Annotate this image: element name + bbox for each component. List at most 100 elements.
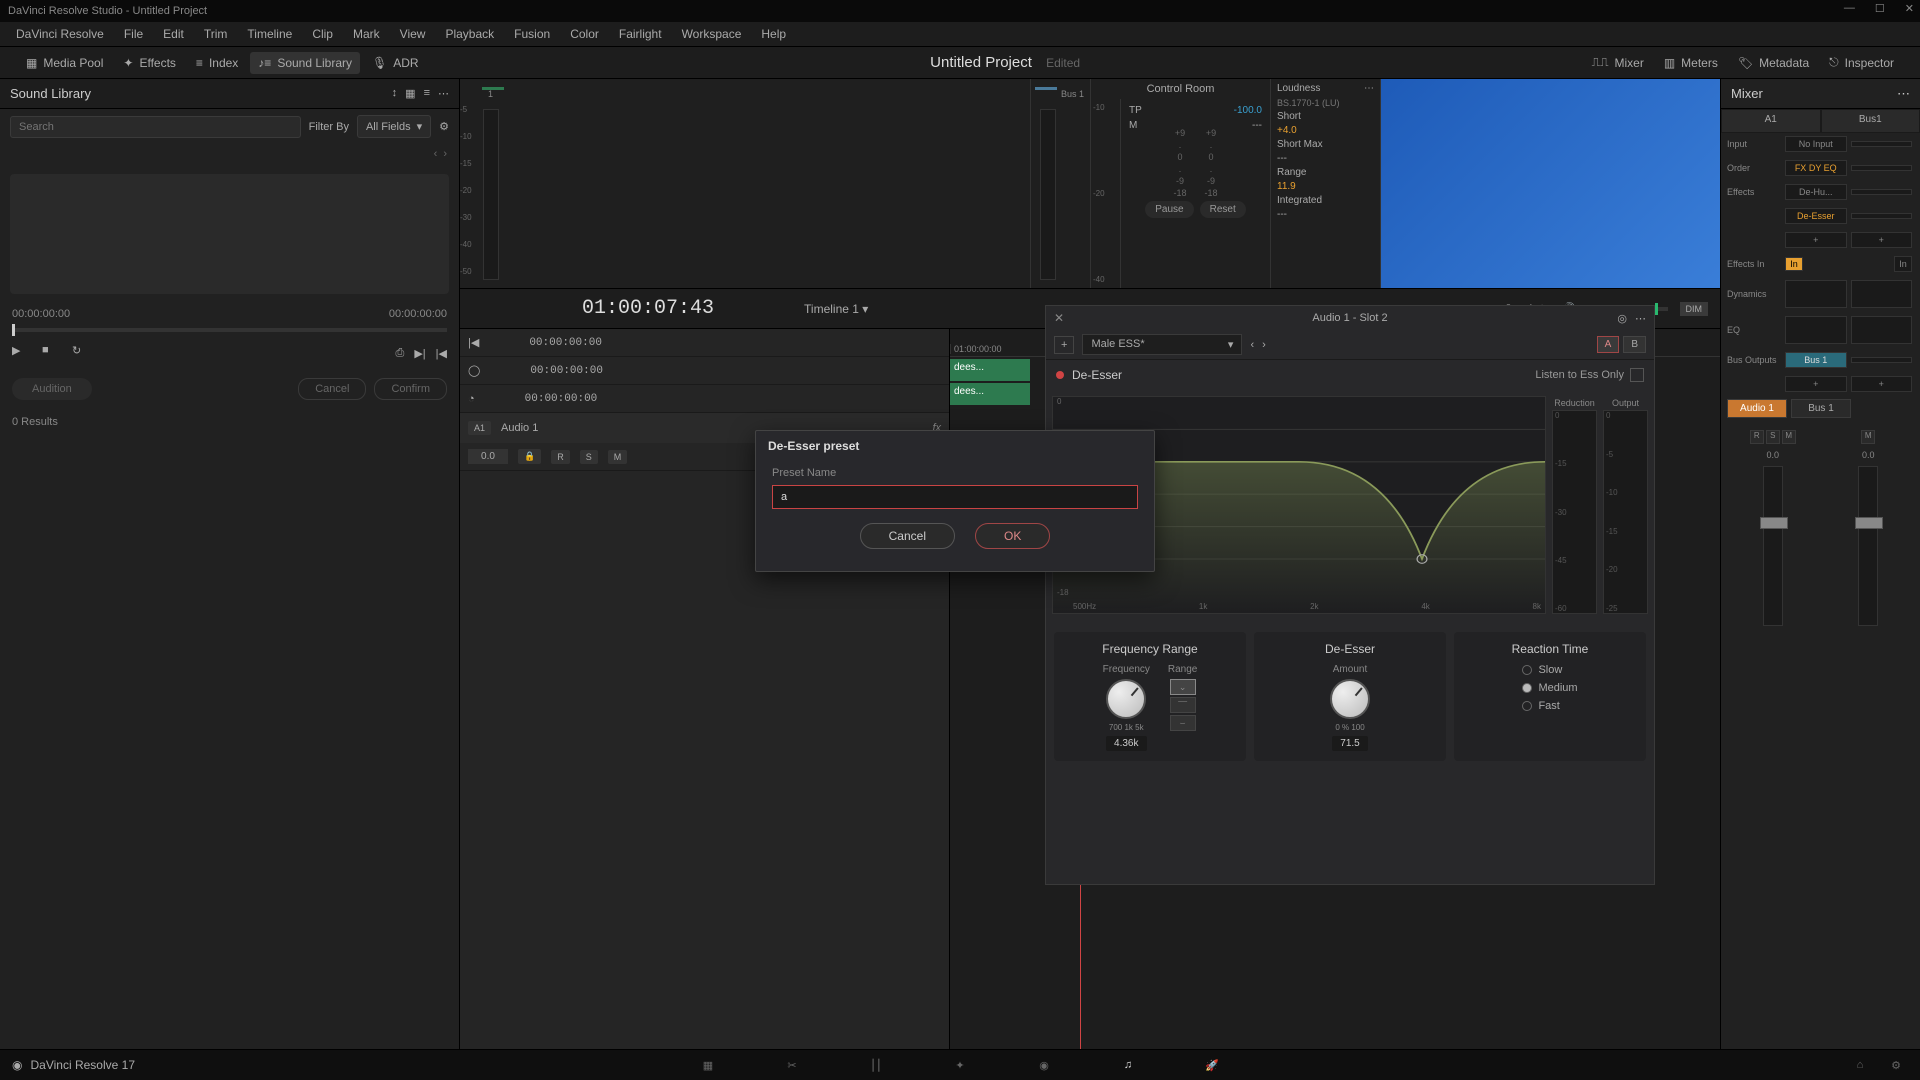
fairlight-page-icon[interactable]: ♫ [1116,1053,1140,1077]
fader-r[interactable]: R [1750,430,1764,444]
frequency-knob[interactable] [1106,679,1146,719]
menu-timeline[interactable]: Timeline [239,24,300,44]
input-slot[interactable]: No Input [1785,136,1847,152]
track-id[interactable]: A1 [468,421,491,435]
filter-settings-icon[interactable]: ⚙ [439,120,449,133]
reaction-fast[interactable]: Fast [1522,700,1577,712]
strip-name-a1[interactable]: Audio 1 [1727,399,1787,418]
solo-button[interactable]: S [580,450,598,464]
menu-view[interactable]: View [392,24,434,44]
add-preset-icon[interactable]: + [1054,336,1074,354]
fusion-page-icon[interactable]: ✦ [948,1053,972,1077]
tc-rec-icon[interactable]: ◯ [468,364,480,377]
fader-m[interactable]: M [1782,430,1796,444]
sl-confirm-button[interactable]: Confirm [374,378,447,400]
menu-davinci[interactable]: DaVinci Resolve [8,24,112,44]
strip-name-bus1[interactable]: Bus 1 [1791,399,1851,418]
eq-bus1[interactable] [1851,316,1913,344]
compare-a-button[interactable]: A [1597,336,1620,353]
meters-button[interactable]: ▥ Meters [1656,52,1726,74]
range-shape-notch[interactable]: ⌄ [1170,679,1196,695]
ok-button[interactable]: OK [975,523,1050,549]
menu-file[interactable]: File [116,24,151,44]
loop-button[interactable]: ↻ [72,344,90,362]
range-shape-shelf[interactable]: ⎺ [1170,697,1196,713]
deliver-page-icon[interactable]: 🚀 [1200,1053,1224,1077]
dynamics-bus1[interactable] [1851,280,1913,308]
effects-button[interactable]: ✦ Effects [115,52,184,74]
menu-fairlight[interactable]: Fairlight [611,24,670,44]
audio-clip-1[interactable]: dees... [950,359,1030,381]
menu-help[interactable]: Help [753,24,794,44]
adr-button[interactable]: 🎙 ADR [364,52,427,74]
skip-back-icon[interactable]: |◀ [436,347,447,360]
play-button[interactable]: ▶ [12,344,30,362]
cancel-button[interactable]: Cancel [860,523,955,549]
more-icon[interactable]: ⋯ [438,87,449,100]
edit-page-icon[interactable]: ⎮⎮ [864,1053,888,1077]
sl-cancel-button[interactable]: Cancel [298,378,366,400]
menu-edit[interactable]: Edit [155,24,192,44]
audition-button[interactable]: Audition [12,378,92,400]
menu-clip[interactable]: Clip [304,24,341,44]
bus-out-a1[interactable]: Bus 1 [1785,352,1847,368]
order-slot[interactable]: FX DY EQ [1785,160,1847,176]
media-pool-button[interactable]: ▦ Media Pool [18,52,111,74]
mixer-button[interactable]: ⎍⎍ Mixer [1584,51,1652,74]
fader-s[interactable]: S [1766,430,1780,444]
listen-checkbox[interactable] [1630,368,1644,382]
mute-button[interactable]: M [608,450,628,464]
sound-library-button[interactable]: ♪≡ Sound Library [250,52,360,74]
fader-m-bus[interactable]: M [1861,430,1875,444]
pause-button[interactable]: Pause [1145,201,1193,218]
range-shape-wide[interactable]: ⌣ [1170,715,1196,731]
stop-button[interactable]: ■ [42,344,60,362]
color-page-icon[interactable]: ◉ [1032,1053,1056,1077]
effects-in-bus1[interactable]: In [1894,256,1912,272]
next-icon[interactable]: › [443,148,447,160]
loudness-menu-icon[interactable]: ⋯ [1364,83,1374,94]
tc-prev-icon[interactable]: |◀ [468,336,479,349]
media-page-icon[interactable]: ▦ [696,1053,720,1077]
menu-fusion[interactable]: Fusion [506,24,558,44]
frequency-value[interactable]: 4.36k [1106,736,1146,751]
plugin-close-icon[interactable]: ✕ [1054,311,1064,325]
effect-2[interactable]: De-Esser [1785,208,1847,224]
prev-icon[interactable]: ‹ [434,148,438,160]
home-icon[interactable]: ⌂ [1848,1053,1872,1077]
plugin-menu-icon[interactable]: ⋯ [1635,312,1646,325]
mark-in-icon[interactable]: ⎙ [396,347,405,360]
tc-play-icon[interactable]: ◔ [468,393,475,405]
amount-knob[interactable] [1330,679,1370,719]
amount-value[interactable]: 71.5 [1332,736,1367,751]
plugin-enable-dot[interactable] [1056,371,1064,379]
skip-fwd-icon[interactable]: ▶| [414,347,425,360]
eq-a1[interactable] [1785,316,1847,344]
scrubber[interactable] [12,328,447,332]
reaction-slow[interactable]: Slow [1522,664,1577,676]
reset-button[interactable]: Reset [1200,201,1246,218]
record-arm-button[interactable]: R [551,450,570,464]
preset-dropdown[interactable]: Male ESS*▾ [1082,334,1242,355]
minimize-icon[interactable]: — [1844,2,1855,15]
menu-color[interactable]: Color [562,24,607,44]
search-input[interactable] [10,116,301,138]
audio-clip-2[interactable]: dees... [950,383,1030,405]
preset-next-icon[interactable]: › [1262,339,1266,351]
reaction-medium[interactable]: Medium [1522,682,1577,694]
index-button[interactable]: ≡ Index [188,52,246,74]
settings-icon[interactable]: ⚙ [1884,1053,1908,1077]
metadata-button[interactable]: 🏷 Metadata [1730,52,1817,74]
mixer-menu-icon[interactable]: ⋯ [1897,86,1910,102]
fader-track-a1[interactable] [1763,466,1783,626]
strip-a1-header[interactable]: A1 [1721,109,1821,133]
menu-mark[interactable]: Mark [345,24,388,44]
preset-prev-icon[interactable]: ‹ [1250,339,1254,351]
track-volume[interactable]: 0.0 [468,449,508,464]
close-icon[interactable]: ✕ [1905,2,1914,15]
grid-view-icon[interactable]: ▦ [405,87,415,100]
compare-b-button[interactable]: B [1623,336,1646,353]
preset-name-input[interactable] [772,485,1138,509]
fader-track-bus1[interactable] [1858,466,1878,626]
add-effect[interactable]: + [1785,232,1847,248]
